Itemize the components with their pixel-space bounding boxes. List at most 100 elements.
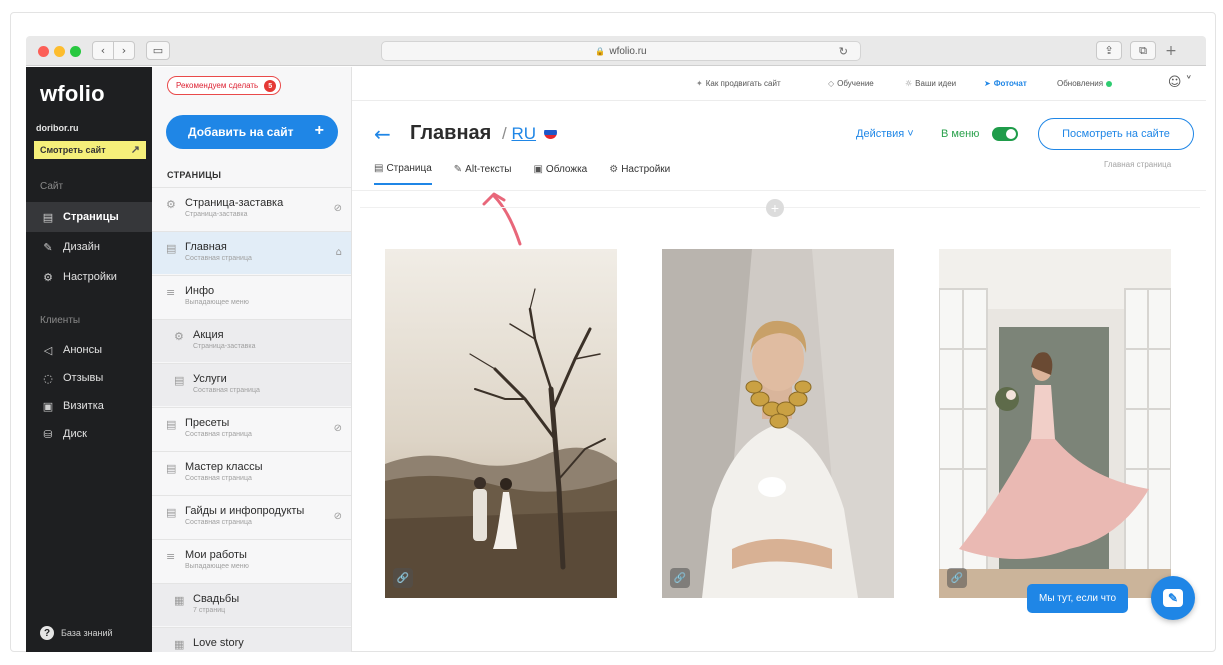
- page-item-guides[interactable]: ▤ Гайды и инфопродукты Составная страница…: [152, 495, 351, 538]
- browser-forward-button[interactable]: ›: [113, 41, 135, 60]
- page-item-weddings[interactable]: ▦ Свадьбы 7 страниц: [152, 583, 351, 626]
- hidden-eye-icon[interactable]: ⊘: [334, 511, 342, 522]
- promo-icon: ✦: [696, 79, 703, 88]
- gallery-photo-pink-dress[interactable]: 🔗: [939, 249, 1171, 598]
- sidebar-item-settings[interactable]: ⚙ Настройки: [26, 262, 152, 292]
- gallery-photo-couple-tree[interactable]: 🔗: [385, 249, 617, 598]
- page-item-my-works[interactable]: ≡ Мои работы Выпадающее меню: [152, 539, 351, 582]
- tab-cover[interactable]: ▣ Обложка: [533, 163, 587, 185]
- edit-icon: ✎: [453, 164, 463, 175]
- grid-icon: ▦: [174, 594, 185, 607]
- address-bar[interactable]: 🔒 wfolio.ru ↻: [381, 41, 861, 61]
- idea-icon: ☼: [905, 79, 913, 88]
- chat-tooltip[interactable]: Мы тут, если что: [1027, 584, 1129, 613]
- sidebar-toggle-button[interactable]: ▭: [146, 41, 170, 60]
- sidebar-item-label: Отзывы: [63, 372, 104, 384]
- promote-site-link[interactable]: ✦ Как продвигать сайт: [696, 79, 781, 88]
- updates-label: Обновления: [1057, 79, 1104, 88]
- browser-back-button[interactable]: ‹: [92, 41, 114, 60]
- plus-icon: +: [1165, 42, 1177, 59]
- splash-gear-icon: ⚙: [166, 198, 176, 211]
- page-item-main[interactable]: ▤ Главная Составная страница ⌂: [152, 231, 351, 274]
- document-icon: ▤: [166, 242, 177, 255]
- sidebar-item-pages[interactable]: ▤ Страницы: [26, 202, 152, 232]
- updates-link[interactable]: Обновления: [1057, 79, 1113, 88]
- user-account-icon[interactable]: ☺ ˅: [1168, 75, 1192, 90]
- main-sidebar: wfolio doribor.ru Смотреть сайт ↗ Сайт ▤…: [26, 67, 152, 652]
- recommend-button[interactable]: Рекомендуем сделать 5: [167, 76, 282, 95]
- new-tab-button[interactable]: +: [1162, 41, 1180, 60]
- actions-dropdown[interactable]: Действия ˅: [856, 128, 914, 140]
- sidebar-item-reviews[interactable]: ◌ Отзывы: [26, 363, 152, 393]
- page-title: Главная: [410, 122, 492, 144]
- telegram-icon: ➤: [984, 79, 991, 88]
- sidebar-item-announcements[interactable]: ◁ Анонсы: [26, 335, 152, 365]
- add-block-button[interactable]: +: [766, 199, 784, 217]
- add-to-site-label: Добавить на сайт: [188, 125, 294, 139]
- home-icon: ⌂: [335, 247, 342, 258]
- page-name: Акция: [193, 329, 224, 341]
- page-item-promo[interactable]: ⚙ Акция Страница-заставка: [152, 319, 351, 362]
- sidebar-item-card[interactable]: ▣ Визитка: [26, 391, 152, 421]
- sidebar-item-disk[interactable]: ⛁ Диск: [26, 419, 152, 449]
- sidebar-item-design[interactable]: ✎ Дизайн: [26, 232, 152, 262]
- page-name: Инфо: [185, 285, 215, 297]
- page-type: Составная страница: [185, 431, 252, 438]
- tab-label: Alt-тексты: [465, 164, 512, 175]
- language-switch[interactable]: / RU: [502, 124, 536, 144]
- hidden-eye-icon[interactable]: ⊘: [334, 423, 342, 434]
- page-item-masterclasses[interactable]: ▤ Мастер классы Составная страница: [152, 451, 351, 494]
- tab-alt-texts[interactable]: ✎ Alt-тексты: [454, 163, 512, 185]
- gear-icon: ⚙: [43, 270, 53, 284]
- tabs-overview-button[interactable]: ⧉: [1130, 41, 1156, 60]
- wfolio-logo[interactable]: wfolio: [40, 81, 105, 107]
- sidebar-item-label: Настройки: [63, 271, 117, 283]
- document-icon: ▤: [174, 374, 185, 387]
- help-icon: ?: [40, 626, 54, 640]
- page-item-presets[interactable]: ▤ Пресеты Составная страница ⊘: [152, 407, 351, 450]
- view-on-site-button[interactable]: Посмотреть на сайте: [1038, 118, 1194, 150]
- back-arrow-icon[interactable]: ←: [374, 122, 391, 146]
- page-item-services[interactable]: ▤ Услуги Составная страница: [152, 363, 351, 406]
- page-item-splash[interactable]: ⚙ Страница-заставка Страница-заставка ⊘: [152, 187, 351, 230]
- page-name: Страница-заставка: [185, 197, 284, 209]
- gallery-photo-gold-necklace[interactable]: 🔗: [662, 249, 894, 598]
- in-menu-toggle[interactable]: [992, 127, 1018, 141]
- maximize-window-button[interactable]: [70, 46, 81, 57]
- add-to-site-button[interactable]: Добавить на сайт +: [166, 115, 338, 149]
- hidden-eye-icon[interactable]: ⊘: [334, 203, 342, 214]
- reload-icon[interactable]: ↻: [839, 45, 848, 58]
- tab-label: Настройки: [621, 164, 671, 175]
- education-link[interactable]: ◇ Обучение: [828, 79, 874, 88]
- splash-gear-icon: ⚙: [174, 330, 184, 343]
- recommend-count-badge: 5: [264, 80, 277, 92]
- page-icon: ▤: [42, 210, 54, 224]
- photochat-label: Фоточат: [993, 79, 1027, 88]
- gold-necklace-image: [662, 249, 894, 598]
- close-window-button[interactable]: [38, 46, 49, 57]
- view-site-button[interactable]: Смотреть сайт ↗: [34, 141, 146, 159]
- ideas-link[interactable]: ☼ Ваши идеи: [905, 79, 956, 88]
- page-item-info[interactable]: ≡ Инфо Выпадающее меню: [152, 275, 351, 318]
- page-name: Свадьбы: [193, 593, 240, 605]
- link-icon[interactable]: 🔗: [670, 568, 690, 588]
- link-icon[interactable]: 🔗: [393, 568, 413, 588]
- chat-button[interactable]: ✎: [1151, 576, 1195, 620]
- photochat-link[interactable]: ➤ Фоточат: [984, 79, 1027, 88]
- tab-settings[interactable]: ⚙ Настройки: [609, 163, 670, 185]
- lang-separator: /: [502, 124, 507, 143]
- sidebar-item-label: Дизайн: [63, 241, 100, 253]
- gear-icon: ⚙: [609, 164, 619, 175]
- knowledge-base-link[interactable]: ? База знаний: [40, 626, 113, 640]
- tab-page[interactable]: ▤ Страница: [374, 163, 432, 185]
- sidebar-item-label: Анонсы: [63, 344, 103, 356]
- page-name: Мои работы: [185, 549, 247, 561]
- updates-icon: [1106, 80, 1113, 87]
- share-button[interactable]: ⇪: [1096, 41, 1122, 60]
- link-icon[interactable]: 🔗: [947, 568, 967, 588]
- minimize-window-button[interactable]: [54, 46, 65, 57]
- ideas-label: Ваши идеи: [915, 79, 957, 88]
- external-link-icon: ↗: [130, 144, 140, 156]
- megaphone-icon: ◁: [43, 343, 53, 357]
- page-item-love-story[interactable]: ▦ Love story: [152, 627, 351, 652]
